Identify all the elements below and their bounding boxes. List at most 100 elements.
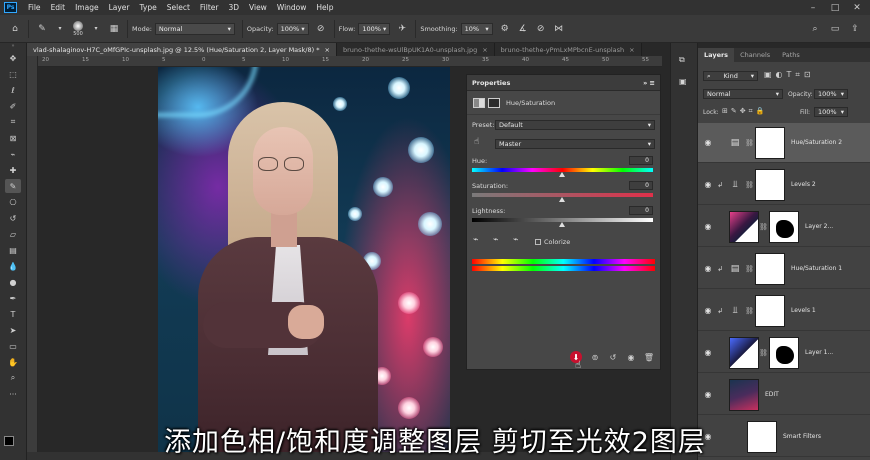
workspace-icon[interactable]: ▭	[828, 22, 842, 36]
type-tool-icon[interactable]: T	[5, 307, 21, 321]
visibility-eye-icon[interactable]: ◉	[701, 264, 715, 273]
search-icon[interactable]: ⌕	[808, 22, 822, 36]
menu-image[interactable]: Image	[70, 3, 104, 12]
adjustment-layer-icon[interactable]: ▤	[725, 135, 745, 151]
gradient-tool-icon[interactable]: ▤	[5, 243, 21, 257]
layer-mask-thumbnail[interactable]	[755, 168, 785, 201]
history-panel-icon[interactable]: ⧉	[679, 55, 685, 65]
lock-icons[interactable]: ⊞✎✥⌗🔒	[722, 107, 767, 116]
saturation-slider-thumb[interactable]	[559, 197, 565, 202]
layer-filter-icons[interactable]: ▣◐T⌗⊡	[764, 70, 815, 80]
brush-settings-icon[interactable]: ▦	[107, 22, 121, 36]
layer-mask-thumbnail[interactable]	[755, 252, 785, 285]
eyedropper-tool-icon[interactable]: ⌁	[5, 147, 21, 161]
layer-row[interactable]: ◉ ⛓ Layer 1...	[698, 333, 870, 373]
layer-name[interactable]: Layer 1...	[805, 349, 833, 356]
blur-tool-icon[interactable]: 💧	[5, 259, 21, 273]
lightness-slider-thumb[interactable]	[559, 222, 565, 227]
visibility-icon[interactable]: ◉	[625, 351, 637, 363]
home-icon[interactable]: ⌂	[8, 22, 22, 36]
clone-stamp-icon[interactable]: ⎔	[5, 195, 21, 209]
link-icon[interactable]: ⛓	[745, 307, 754, 315]
document-tab[interactable]: bruno-thethe-wsUlBpUK1A0-unsplash.jpg ×	[336, 43, 495, 56]
chevron-down-icon[interactable]: ▾	[89, 22, 103, 36]
visibility-eye-icon[interactable]: ◉	[701, 138, 715, 147]
more-tools-icon[interactable]: ···	[5, 387, 21, 401]
layer-thumbnail[interactable]	[729, 210, 759, 243]
move-tool-icon[interactable]: ✥	[5, 51, 21, 65]
visibility-eye-icon[interactable]: ◉	[701, 180, 715, 189]
quick-select-tool-icon[interactable]: ✐	[5, 99, 21, 113]
menu-filter[interactable]: Filter	[195, 3, 224, 12]
link-icon[interactable]: ⛓	[759, 349, 768, 357]
menu-3d[interactable]: 3D	[223, 3, 244, 12]
layer-mask-thumbnail[interactable]	[755, 126, 785, 159]
healing-brush-icon[interactable]: ✚	[5, 163, 21, 177]
layer-row[interactable]: ◉ EDIT	[698, 375, 870, 415]
close-tab-icon[interactable]: ×	[482, 46, 487, 54]
tab-layers[interactable]: Layers	[698, 48, 735, 62]
menu-help[interactable]: Help	[311, 3, 338, 12]
layer-mask-thumbnail[interactable]	[755, 294, 785, 327]
channel-select[interactable]: Master ▾	[495, 139, 655, 149]
path-select-icon[interactable]: ➤	[5, 323, 21, 337]
eyedropper-plus-icon[interactable]: ⌁	[493, 235, 498, 245]
visibility-eye-icon[interactable]: ◉	[701, 222, 715, 231]
hue-slider-thumb[interactable]	[559, 172, 565, 177]
layer-row[interactable]: ◉ ↲ ⫫ ⛓ Levels 1	[698, 291, 870, 331]
layer-row[interactable]: ◉ ↲ ▤ ⛓ Hue/Saturation 1	[698, 249, 870, 289]
layer-mask-thumbnail[interactable]	[769, 210, 799, 243]
layer-row[interactable]: ◉ ▤ ⛓ Hue/Saturation 2	[698, 123, 870, 163]
document-tab[interactable]: vlad-shalaginov-H7C_oMfGPIc-unsplash.jpg…	[27, 43, 337, 56]
reset-icon[interactable]: ↺	[607, 351, 619, 363]
document-tab[interactable]: bruno-thethe-yPmLxMPbcnE-unsplash ×	[494, 43, 642, 56]
link-icon[interactable]: ⛓	[745, 181, 754, 189]
layer-name[interactable]: Levels 2	[791, 181, 816, 188]
pressure-opacity-icon[interactable]: ⊘	[314, 22, 328, 36]
layer-row[interactable]: ◉ ⛓ Layer 2...	[698, 207, 870, 247]
lightness-input[interactable]: 0	[629, 206, 653, 215]
brush-preset-picker[interactable]: 500	[73, 20, 83, 37]
hand-tool-icon[interactable]: ✋	[5, 355, 21, 369]
zoom-tool-icon[interactable]: ⌕	[5, 371, 21, 385]
adjustment-icon[interactable]	[473, 98, 485, 108]
dodge-tool-icon[interactable]: ●	[5, 275, 21, 289]
panel-menu-icon[interactable]: » ≡	[643, 79, 655, 87]
tab-channels[interactable]: Channels	[734, 48, 776, 62]
layer-mask-thumbnail[interactable]	[769, 336, 799, 369]
layer-name[interactable]: Hue/Saturation 2	[791, 139, 842, 146]
visibility-eye-icon[interactable]: ◉	[701, 348, 715, 357]
layer-thumbnail[interactable]	[729, 336, 759, 369]
saturation-input[interactable]: 0	[629, 181, 653, 190]
menu-type[interactable]: Type	[135, 3, 162, 12]
gear-icon[interactable]: ⚙	[498, 22, 512, 36]
airbrush-icon[interactable]: ✈	[395, 22, 409, 36]
adjustment-layer-icon[interactable]: ▤	[725, 261, 745, 277]
close-tab-icon[interactable]: ×	[629, 46, 634, 54]
symmetry-icon[interactable]: ⋈	[552, 22, 566, 36]
layer-opacity-input[interactable]: 100% ▾	[814, 89, 848, 99]
marquee-tool-icon[interactable]: ⬚	[5, 67, 21, 81]
pressure-size-icon[interactable]: ⊘	[534, 22, 548, 36]
colorize-checkbox[interactable]	[535, 239, 541, 245]
link-icon[interactable]: ⛓	[745, 265, 754, 273]
menu-view[interactable]: View	[244, 3, 272, 12]
layer-row[interactable]: ◉ ↲ ⫫ ⛓ Levels 2	[698, 165, 870, 205]
menu-window[interactable]: Window	[272, 3, 312, 12]
fill-input[interactable]: 100% ▾	[814, 107, 848, 117]
blend-mode-select[interactable]: Normal ▾	[703, 89, 783, 99]
minimize-button[interactable]: –	[802, 0, 824, 15]
mask-icon[interactable]	[488, 98, 500, 108]
smoothing-input[interactable]: 10% ▾	[460, 22, 493, 35]
link-icon[interactable]: ⛓	[759, 223, 768, 231]
visibility-eye-icon[interactable]: ◉	[701, 390, 715, 399]
eyedropper-minus-icon[interactable]: ⌁	[513, 235, 518, 245]
properties-panel-icon[interactable]: ▣	[679, 77, 687, 86]
filter-kind-select[interactable]: ⌕ Kind ▾	[703, 71, 758, 81]
preset-select[interactable]: Default ▾	[495, 120, 655, 130]
menu-layer[interactable]: Layer	[104, 3, 135, 12]
flow-input[interactable]: 100% ▾	[358, 22, 391, 35]
eraser-tool-icon[interactable]: ▱	[5, 227, 21, 241]
layer-name[interactable]: Layer 2...	[805, 223, 833, 230]
adjustment-layer-icon[interactable]: ⫫	[725, 177, 745, 193]
